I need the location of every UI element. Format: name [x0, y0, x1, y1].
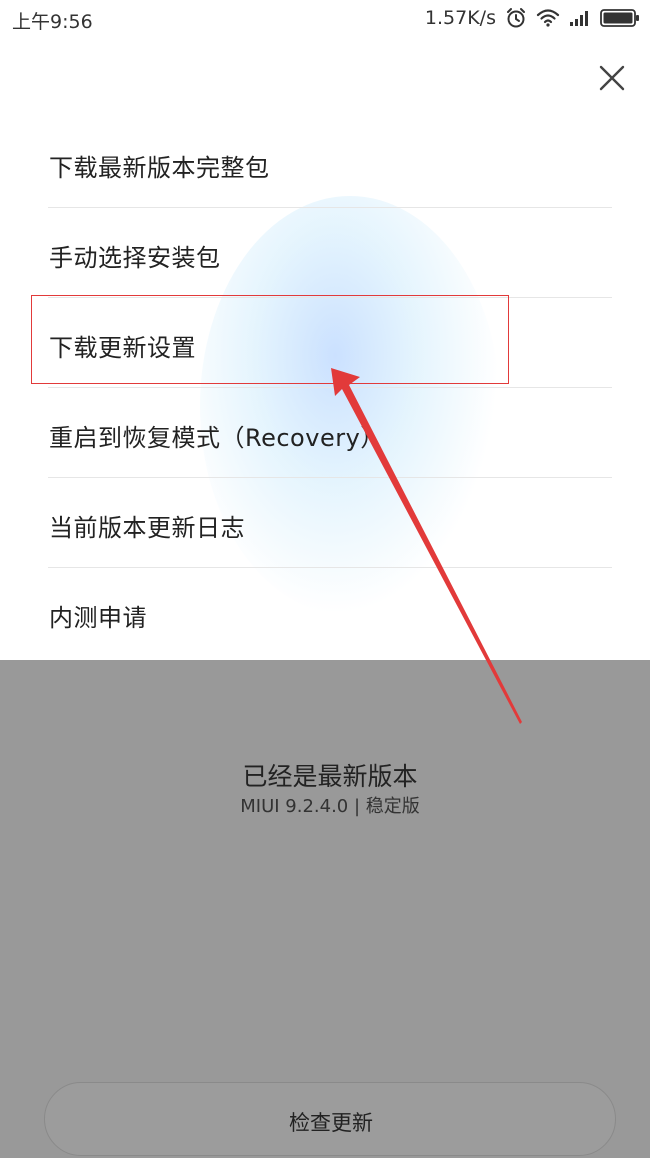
menu-item-changelog[interactable]: 当前版本更新日志 — [48, 478, 612, 568]
menu-item-manual-select-package[interactable]: 手动选择安装包 — [48, 208, 612, 298]
menu-item-label: 下载更新设置 — [49, 334, 196, 362]
update-options-sheet: 下载最新版本完整包 手动选择安装包 下载更新设置 重启到恢复模式（Recover… — [0, 36, 650, 660]
battery-icon — [600, 9, 639, 27]
wifi-icon — [536, 9, 560, 27]
version-label: MIUI 9.2.4.0 | 稳定版 — [240, 796, 420, 817]
close-button[interactable] — [596, 62, 628, 94]
check-update-label: 检查更新 — [289, 1111, 373, 1135]
menu-item-label: 内测申请 — [49, 604, 147, 632]
signal-icon — [570, 11, 588, 26]
menu-item-label: 当前版本更新日志 — [49, 514, 245, 542]
status-icons: 1.57K/s — [425, 5, 640, 31]
status-time: 上午9:56 — [12, 11, 93, 33]
menu-item-download-update-settings[interactable]: 下载更新设置 — [48, 298, 612, 388]
network-speed: 1.57K/s — [424, 7, 496, 29]
menu-item-reboot-recovery[interactable]: 重启到恢复模式（Recovery） — [48, 388, 612, 478]
menu-item-label: 重启到恢复模式（Recovery） — [49, 424, 385, 452]
check-update-button[interactable]: 检查更新 — [44, 1082, 616, 1156]
alarm-icon — [507, 8, 525, 28]
menu-item-label: 手动选择安装包 — [49, 244, 221, 272]
menu-item-label: 下载最新版本完整包 — [49, 154, 270, 182]
menu-item-beta-apply[interactable]: 内测申请 — [48, 568, 612, 657]
close-icon — [599, 65, 625, 91]
status-bar: 上午9:56 1.57K/s — [0, 0, 650, 36]
update-status-title: 已经是最新版本 — [242, 762, 418, 791]
options-menu: 下载最新版本完整包 手动选择安装包 下载更新设置 重启到恢复模式（Recover… — [0, 118, 650, 657]
menu-item-download-full-package[interactable]: 下载最新版本完整包 — [48, 118, 612, 208]
